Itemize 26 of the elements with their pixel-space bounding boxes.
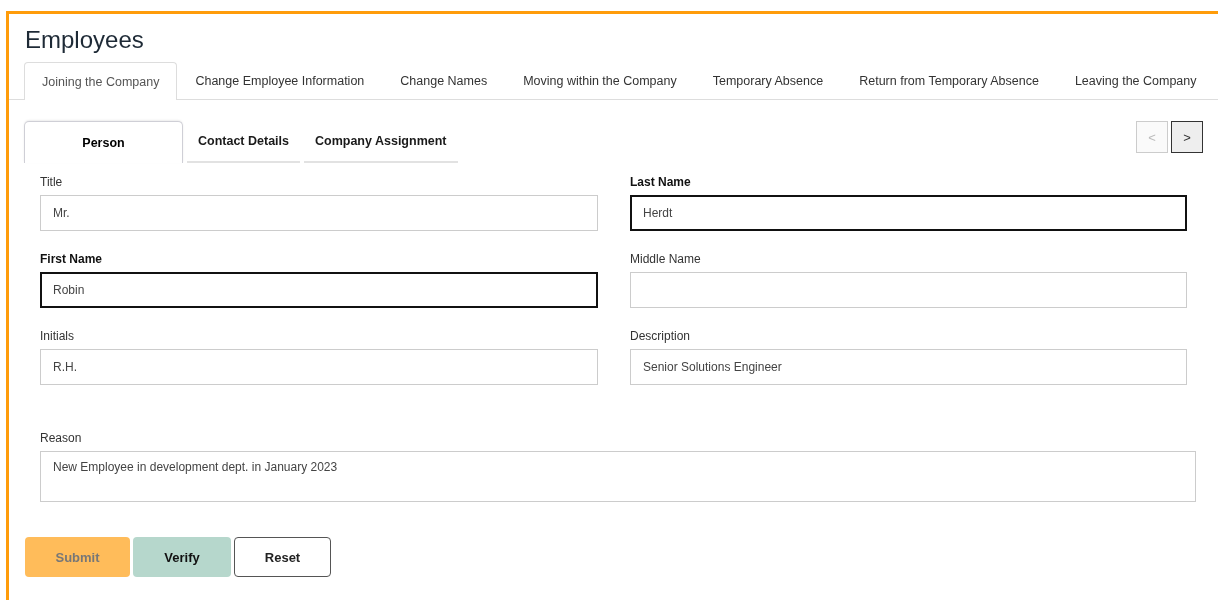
tab[interactable]: Joining the Company: [24, 62, 178, 100]
reason-field[interactable]: New Employee in development dept. in January 2023: [40, 451, 1196, 502]
tab[interactable]: Change Employee Information: [177, 62, 383, 99]
reset-button[interactable]: Reset: [234, 537, 331, 577]
input-field[interactable]: R.H.: [40, 349, 598, 385]
field-label: Initials: [40, 329, 74, 343]
tab[interactable]: Return from Temporary Absence: [841, 62, 1057, 99]
input-field[interactable]: Mr.: [40, 195, 598, 231]
input-field[interactable]: Robin: [40, 272, 598, 308]
field-label: Middle Name: [630, 252, 701, 266]
subtab[interactable]: Person: [24, 121, 183, 163]
input-field[interactable]: Herdt: [630, 195, 1187, 231]
field-label: Description: [630, 329, 691, 343]
field-label: Title: [40, 175, 63, 189]
field-label: Last Name: [630, 175, 691, 189]
verify-button[interactable]: Verify: [133, 537, 231, 577]
tab[interactable]: Moving within the Company: [505, 62, 695, 99]
tab[interactable]: Leaving the Company: [1056, 62, 1215, 99]
tab[interactable]: Temporary Absence: [694, 62, 842, 99]
field-label: Reason: [40, 431, 82, 445]
next-button[interactable]: >: [1171, 121, 1203, 153]
input-field[interactable]: Senior Solutions Engineer: [630, 349, 1187, 385]
field-label: First Name: [40, 252, 103, 266]
page-title: Employees: [25, 26, 144, 53]
input-field[interactable]: [630, 272, 1187, 308]
tab[interactable]: Change Names: [382, 62, 506, 99]
